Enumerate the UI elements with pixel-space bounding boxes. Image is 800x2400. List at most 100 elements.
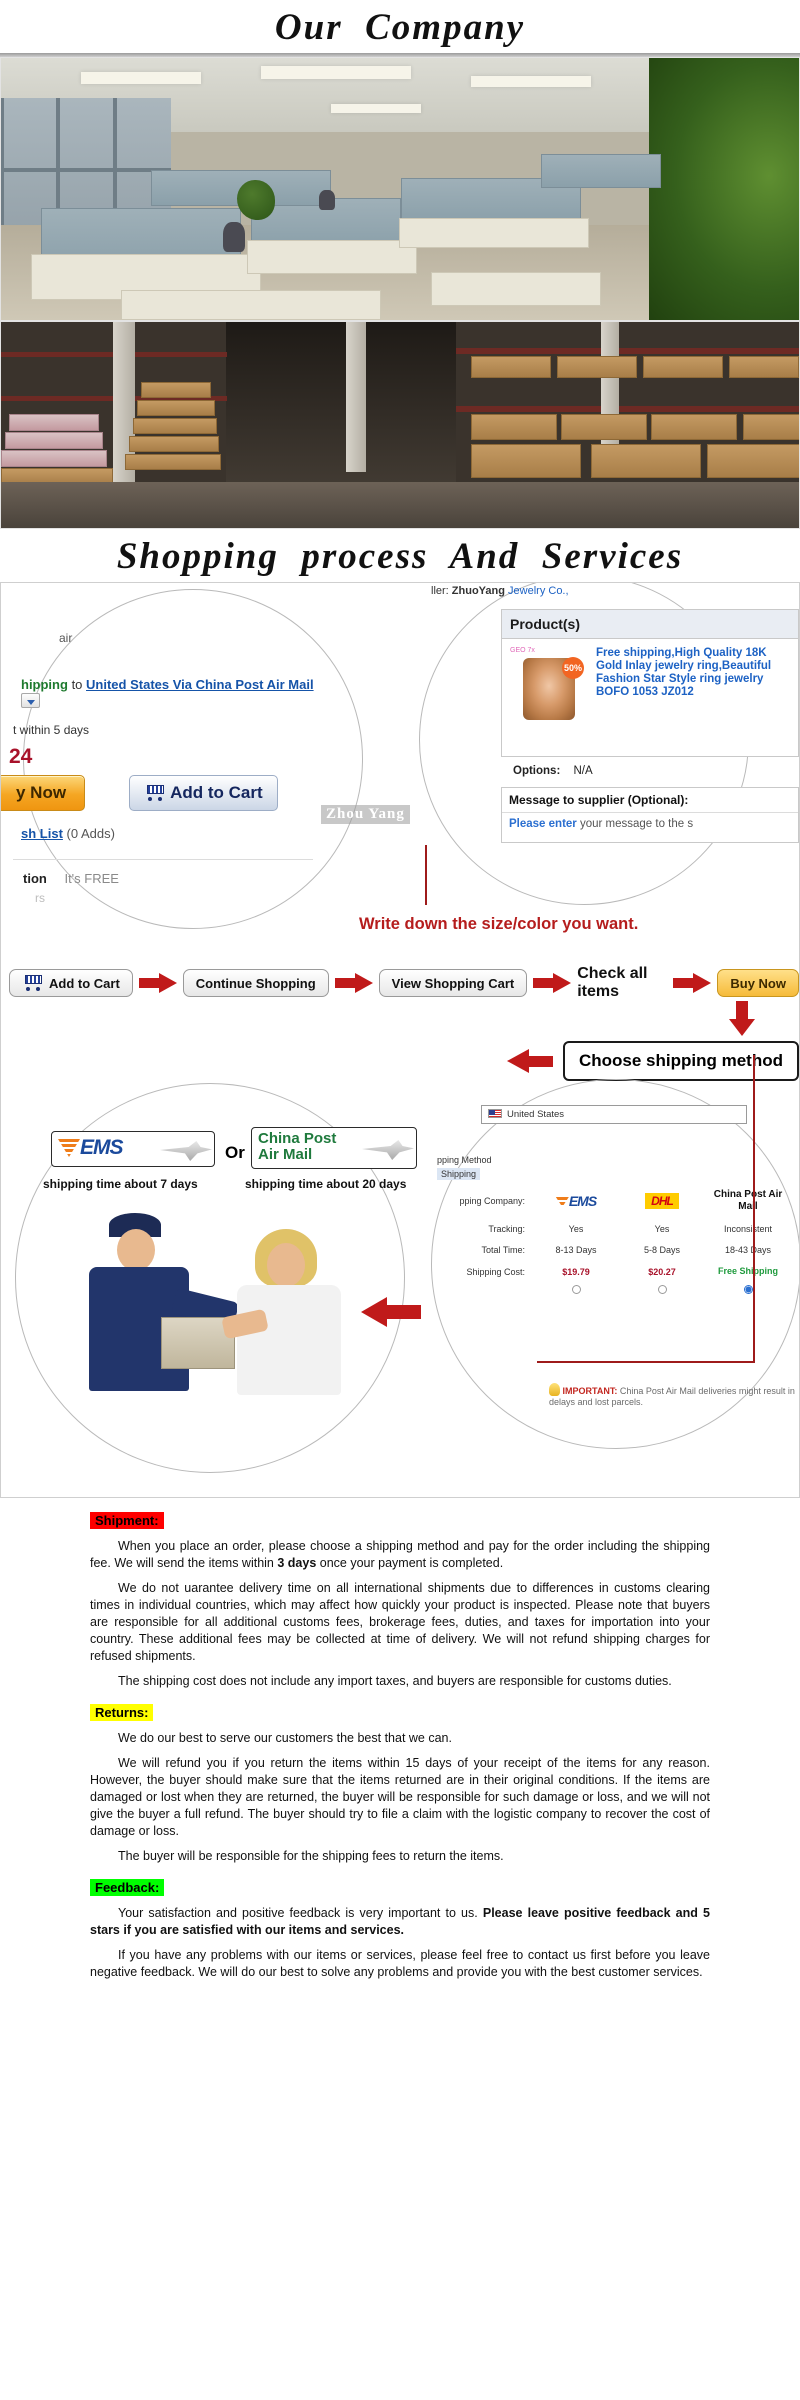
annotation-line-horizontal — [425, 903, 427, 905]
col-dhl: DHL — [645, 1193, 679, 1209]
person — [223, 222, 245, 252]
time-dhl: 5-8 Days — [643, 1245, 680, 1255]
protection-label: tion — [23, 871, 47, 886]
cart-icon — [22, 975, 44, 991]
add-to-cart-label: Add to Cart — [170, 783, 263, 802]
tracking-dhl: Yes — [654, 1224, 670, 1234]
arrow-left-icon — [361, 1297, 421, 1327]
cost-label: Shipping Cost: — [466, 1266, 525, 1277]
time-label: Total Time: — [481, 1245, 525, 1255]
to-word: to — [71, 677, 83, 692]
table-highlight-bottom — [537, 1361, 755, 1363]
arrow-left-icon — [507, 1049, 553, 1073]
lightbulb-icon — [549, 1383, 560, 1396]
add-to-cart-button[interactable]: Add to Cart — [129, 775, 278, 811]
step-check-items: Check all items — [577, 965, 648, 1000]
step-buy-now[interactable]: Buy Now — [717, 969, 799, 997]
ems-triangle-icon — [555, 1197, 569, 1207]
products-panel: Product(s) GEO 7x 50% Free shipping,High… — [501, 609, 799, 757]
company-label: pping Company: — [459, 1196, 525, 1206]
cost-dhl: $20.27 — [648, 1266, 676, 1277]
col-ems: EMS — [568, 1193, 597, 1209]
tracking-cp: Inconsistent — [723, 1224, 773, 1234]
company-title-band: Our Company — [0, 0, 800, 57]
message-panel: Message to supplier (Optional): Please e… — [501, 787, 799, 843]
shipment-tag: Shipment: — [90, 1512, 164, 1529]
ems-triangle-icon — [58, 1139, 80, 1157]
options-label: Options: — [513, 765, 561, 777]
price-fragment: 24 — [9, 745, 33, 768]
options-value: N/A — [573, 765, 593, 777]
feedback-p2: If you have any problems with our items … — [90, 1948, 710, 1979]
page-title: Our Company — [274, 7, 526, 48]
size-color-annotation: Write down the size/color you want. — [359, 915, 639, 933]
table-highlight-right — [753, 1055, 755, 1363]
time-cp: 18-43 Days — [724, 1245, 772, 1255]
person — [319, 190, 335, 210]
shipment-p3: The shipping cost does not include any i… — [118, 1674, 672, 1688]
us-flag-icon — [488, 1109, 502, 1118]
message-label: Message to supplier (Optional): — [509, 793, 689, 807]
step-label: Add to Cart — [49, 975, 120, 991]
left-partial-air: air — [59, 631, 73, 645]
feedback-p1-a: Your satisfaction and positive feedback … — [118, 1906, 483, 1920]
step-view-cart[interactable]: View Shopping Cart — [378, 969, 528, 997]
step-continue-shopping[interactable]: Continue Shopping — [182, 969, 329, 997]
wish-list-link[interactable]: sh List — [21, 826, 63, 841]
shipment-p1: When you place an order, please choose a… — [90, 1538, 710, 1572]
seller-prefix: ller: — [431, 585, 449, 597]
method-label: pping Method — [437, 1155, 492, 1165]
products-header: Product(s) — [502, 610, 798, 639]
method-value: Shipping — [437, 1168, 481, 1180]
message-placeholder-bold: Please enter — [509, 818, 577, 830]
time-ems: 8-13 Days — [555, 1245, 597, 1255]
returns-p3: The buyer will be responsible for the sh… — [118, 1849, 504, 1863]
country-label: United States — [507, 1109, 565, 1120]
feedback-tag: Feedback: — [90, 1879, 165, 1896]
arrow-right-icon — [533, 973, 572, 993]
process-title: Shopping process And Services — [116, 536, 684, 577]
china-post-logo-box: China Post Air Mail — [251, 1127, 417, 1169]
returns-p2: We will refund you if you return the ite… — [90, 1756, 710, 1838]
radio-ems[interactable] — [571, 1285, 581, 1294]
process-title-band: Shopping process And Services — [0, 529, 800, 582]
discount-badge: 50% — [562, 657, 584, 679]
warehouse-photo — [0, 321, 800, 529]
cost-ems: $19.79 — [562, 1266, 590, 1277]
feedback-p1: Your satisfaction and positive feedback … — [90, 1905, 710, 1939]
tracking-ems: Yes — [568, 1224, 584, 1234]
message-input[interactable]: Please enter your message to the s — [502, 812, 798, 835]
destination-link[interactable]: United States Via China Post Air Mail — [86, 677, 314, 692]
message-placeholder-rest: your message to the s — [576, 818, 694, 830]
seller-suffix: Jewelry Co., — [508, 585, 569, 597]
ems-wordmark: EMS — [80, 1136, 124, 1159]
step-add-to-cart[interactable]: Add to Cart — [9, 969, 133, 997]
country-select[interactable]: United States — [481, 1105, 747, 1124]
cost-cp: Free Shipping — [717, 1266, 778, 1276]
radio-china-post[interactable] — [743, 1285, 753, 1294]
or-text: Or — [225, 1143, 245, 1162]
watermark: Zhou Yang — [321, 805, 410, 824]
wish-list-count: (0 Adds) — [66, 826, 115, 841]
ems-logo-box: EMS — [51, 1131, 215, 1167]
process-diagram: air hipping to United States Via China P… — [0, 582, 800, 1498]
free-note: It's FREE — [64, 871, 119, 886]
arrow-right-icon — [138, 973, 177, 993]
col-china-post: China Post Air Mail — [713, 1189, 783, 1212]
arrow-right-icon — [334, 973, 373, 993]
shipment-p1-c: once your payment is completed. — [316, 1556, 504, 1570]
annotation-line-vertical — [425, 845, 427, 905]
radio-dhl[interactable] — [657, 1285, 667, 1294]
chevron-down-icon[interactable] — [21, 693, 40, 709]
warehouse-floor — [1, 482, 799, 528]
choose-shipping-box[interactable]: Choose shipping method — [563, 1041, 799, 1081]
tracking-label: Tracking: — [488, 1224, 525, 1234]
office-photo — [0, 57, 800, 321]
foliage — [649, 58, 799, 320]
product-title[interactable]: Free shipping,High Quality 18K Gold Inla… — [596, 647, 790, 720]
shipping-label: hipping — [21, 677, 68, 692]
buy-now-button[interactable]: y Now — [1, 775, 86, 811]
cart-icon — [144, 785, 166, 801]
seller-name: ZhuoYang — [451, 585, 505, 597]
important-tag: IMPORTANT: — [562, 1386, 618, 1396]
